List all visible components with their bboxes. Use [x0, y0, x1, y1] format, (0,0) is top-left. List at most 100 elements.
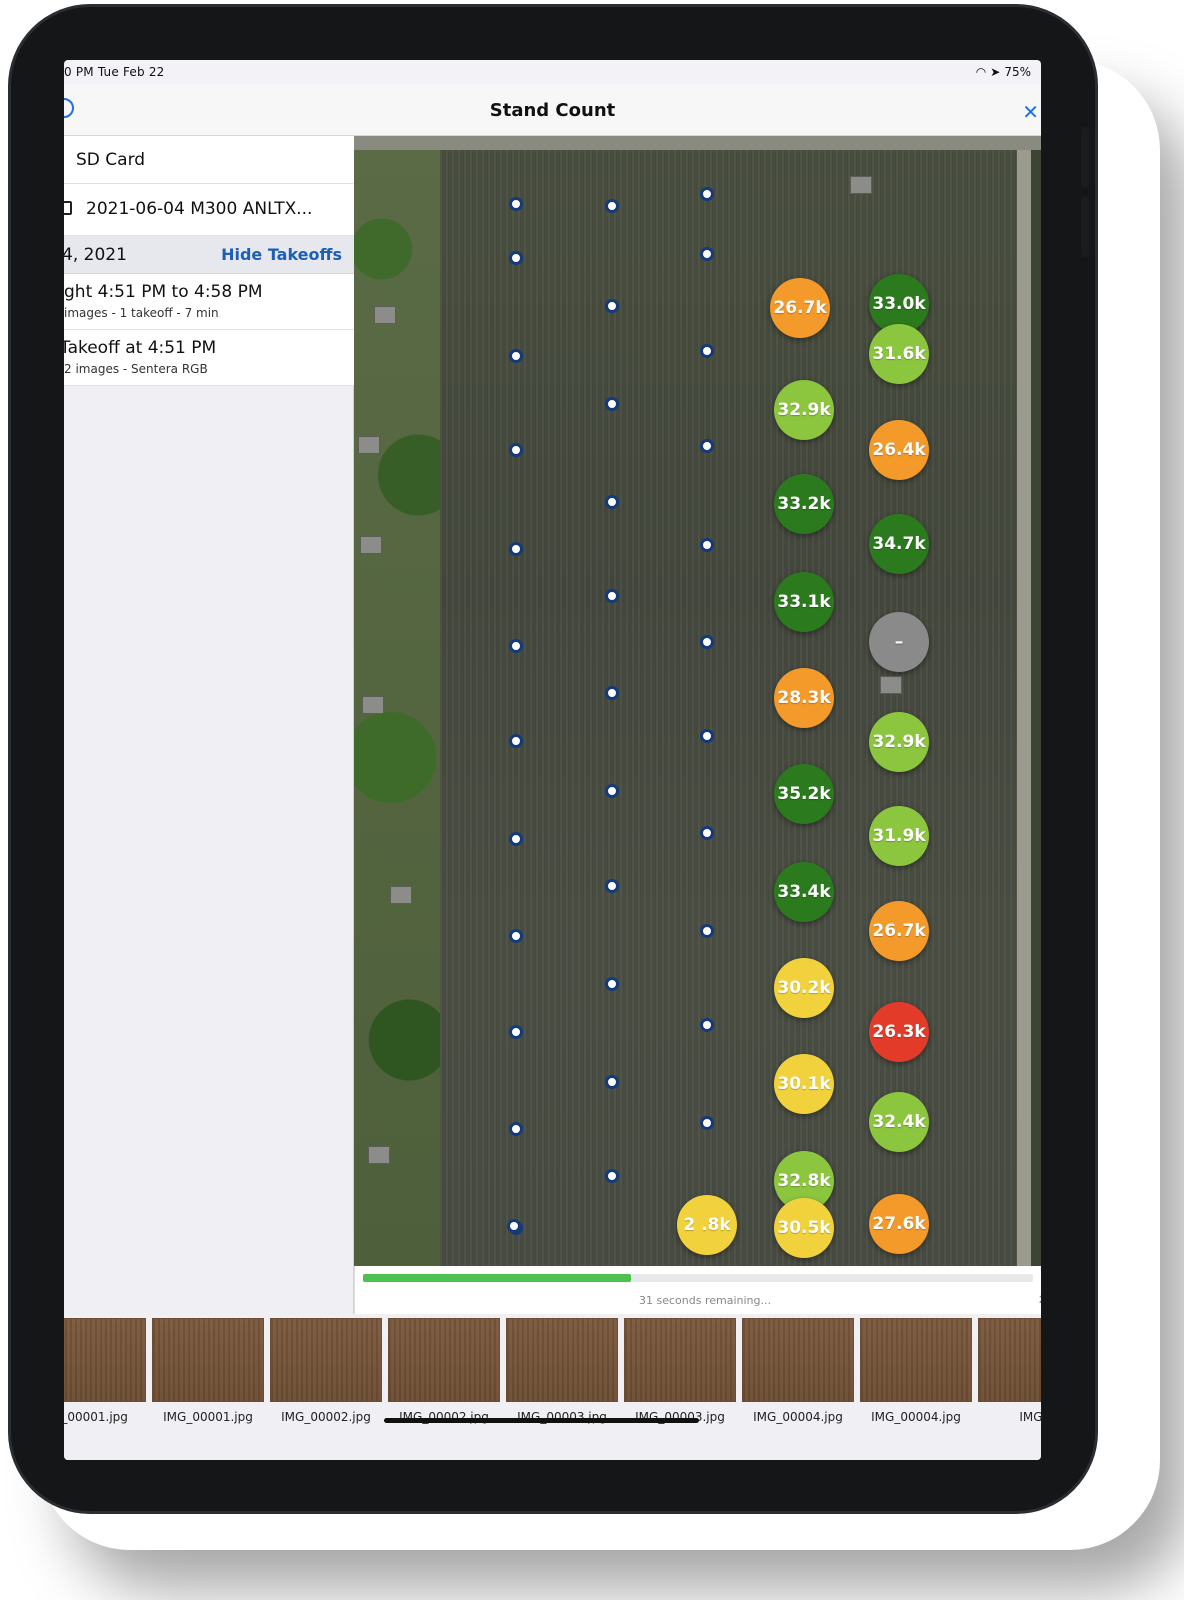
waypoint-marker[interactable]: [605, 1169, 619, 1183]
stand-count-bubble[interactable]: 35.2k: [774, 764, 834, 824]
thumbnail-image[interactable]: [388, 1318, 500, 1402]
waypoint-marker[interactable]: [700, 1116, 714, 1130]
waypoint-marker[interactable]: [700, 247, 714, 261]
waypoint-marker[interactable]: [509, 1122, 523, 1136]
thumbnail-image[interactable]: [506, 1318, 618, 1402]
wifi-icon: ◠: [975, 65, 987, 79]
road: [1017, 136, 1031, 1266]
volume-down-button: [1081, 197, 1089, 257]
waypoint-marker[interactable]: [509, 542, 523, 556]
thumbnail-label: G_00001.jpg: [64, 1410, 128, 1424]
flight-title: ght 4:51 PM to 4:58 PM: [64, 282, 263, 302]
waypoint-marker[interactable]: [509, 639, 523, 653]
house-icon: [362, 696, 384, 714]
stand-count-bubble[interactable]: 30.2k: [774, 958, 834, 1018]
waypoint-marker[interactable]: [605, 397, 619, 411]
waypoint-marker[interactable]: [605, 589, 619, 603]
nav-bar: Stand Count ✕: [64, 84, 1041, 136]
image-filmstrip[interactable]: G_00001.jpg IMG_00001.jpg IMG_00002.jpg IMG…: [64, 1314, 1041, 1460]
stand-count-bubble[interactable]: 26.7k: [869, 901, 929, 961]
takeoff-subtitle: 2 images - Sentera RGB: [64, 362, 208, 376]
folder-label: 2021-06-04 M300 ANLTX...: [86, 199, 313, 219]
house-icon: [850, 176, 872, 194]
satellite-map[interactable]: 33.0k 26.7k 31.6k 32.9k 26.4k 33.2k 34.7k 33.1k…: [354, 136, 1041, 1266]
waypoint-marker[interactable]: [700, 729, 714, 743]
waypoint-marker[interactable]: [605, 299, 619, 313]
stand-count-bubble[interactable]: 26.4k: [869, 420, 929, 480]
waypoint-marker[interactable]: [605, 686, 619, 700]
waypoint-marker[interactable]: [700, 187, 714, 201]
thumbnail-image[interactable]: [742, 1318, 854, 1402]
thumbnail-image[interactable]: [860, 1318, 972, 1402]
hide-takeoffs-button[interactable]: Hide Takeoffs: [221, 245, 342, 264]
waypoint-marker[interactable]: [509, 197, 523, 211]
stand-count-bubble[interactable]: 32.9k: [774, 380, 834, 440]
stand-count-bubble[interactable]: 34.7k: [869, 514, 929, 574]
section-date: 4, 2021: [64, 245, 127, 265]
waypoint-marker[interactable]: [605, 199, 619, 213]
stand-count-bubble[interactable]: 30.5k: [774, 1198, 834, 1258]
waypoint-marker[interactable]: [509, 349, 523, 363]
waypoint-marker[interactable]: [509, 832, 523, 846]
waypoint-marker[interactable]: [700, 1018, 714, 1032]
thumbnail-image[interactable]: [978, 1318, 1041, 1402]
waypoint-marker[interactable]: [605, 495, 619, 509]
thumbnail-label: IMG_00004.jpg: [871, 1410, 961, 1424]
stand-count-bubble[interactable]: 33.1k: [774, 572, 834, 632]
flight-subtitle: images - 1 takeoff - 7 min: [64, 306, 219, 320]
crop-field: [440, 146, 1020, 1266]
screen: 0 PM Tue Feb 22 ◠ ➤ 75% Stand Count ✕ SD…: [64, 60, 1041, 1460]
folder-row[interactable]: 2021-06-04 M300 ANLTX...: [64, 184, 354, 236]
battery-percent: 75%: [1004, 65, 1031, 79]
waypoint-marker[interactable]: [605, 784, 619, 798]
stand-count-bubble[interactable]: 32.9k: [869, 712, 929, 772]
takeoff-row[interactable]: Takeoff at 4:51 PM 2 images - Sentera RG…: [64, 330, 354, 386]
waypoint-marker[interactable]: [509, 1025, 523, 1039]
waypoint-marker[interactable]: [700, 635, 714, 649]
sd-card-row[interactable]: SD Card: [64, 136, 354, 184]
status-right: ◠ ➤ 75%: [976, 65, 1031, 79]
waypoint-marker[interactable]: [509, 929, 523, 943]
stand-count-bubble[interactable]: 31.9k: [869, 806, 929, 866]
waypoint-marker[interactable]: [700, 826, 714, 840]
progress-count: 2: [1039, 1294, 1041, 1306]
waypoint-marker[interactable]: [700, 924, 714, 938]
waypoint-marker[interactable]: [509, 734, 523, 748]
stand-count-bubble[interactable]: 30.1k: [774, 1054, 834, 1114]
stand-count-bubble[interactable]: 33.2k: [774, 474, 834, 534]
waypoint-marker[interactable]: [509, 443, 523, 457]
status-bar: 0 PM Tue Feb 22 ◠ ➤ 75%: [64, 60, 1041, 84]
waypoint-marker[interactable]: [509, 251, 523, 265]
thumbnail-image[interactable]: [624, 1318, 736, 1402]
stand-count-bubble[interactable]: 32.4k: [869, 1092, 929, 1152]
thumbnail-image[interactable]: [152, 1318, 264, 1402]
waypoint-marker[interactable]: [700, 439, 714, 453]
volume-up-button: [1081, 127, 1089, 187]
top-road: [354, 136, 1041, 150]
waypoint-marker[interactable]: [605, 1075, 619, 1089]
thumbnail-image[interactable]: [270, 1318, 382, 1402]
home-indicator: [384, 1418, 699, 1423]
waypoint-marker[interactable]: [700, 344, 714, 358]
stand-count-bubble[interactable]: 31.6k: [869, 324, 929, 384]
progress-text: 31 seconds remaining...: [639, 1294, 771, 1307]
stand-count-bubble[interactable]: 33.4k: [774, 862, 834, 922]
status-time: 0 PM Tue Feb 22: [64, 65, 165, 79]
waypoint-marker[interactable]: [605, 977, 619, 991]
waypoint-marker[interactable]: [605, 879, 619, 893]
close-icon[interactable]: ✕: [1022, 100, 1039, 125]
flight-row[interactable]: ght 4:51 PM to 4:58 PM images - 1 takeof…: [64, 274, 354, 330]
thumbnail-label: IMG_: [1019, 1410, 1041, 1424]
stand-count-bubble[interactable]: 26.3k: [869, 1002, 929, 1062]
thumbnail-image[interactable]: [64, 1318, 146, 1402]
waypoint-marker[interactable]: [507, 1219, 521, 1233]
stand-count-bubble[interactable]: 2 .8k: [677, 1195, 737, 1255]
stand-count-bubble[interactable]: 28.3k: [774, 668, 834, 728]
thumbnail-label: IMG_00001.jpg: [163, 1410, 253, 1424]
waypoint-marker[interactable]: [700, 538, 714, 552]
stand-count-bubble[interactable]: 26.7k: [770, 278, 830, 338]
house-icon: [374, 306, 396, 324]
house-icon: [390, 886, 412, 904]
stand-count-bubble[interactable]: –: [869, 612, 929, 672]
stand-count-bubble[interactable]: 27.6k: [869, 1194, 929, 1254]
